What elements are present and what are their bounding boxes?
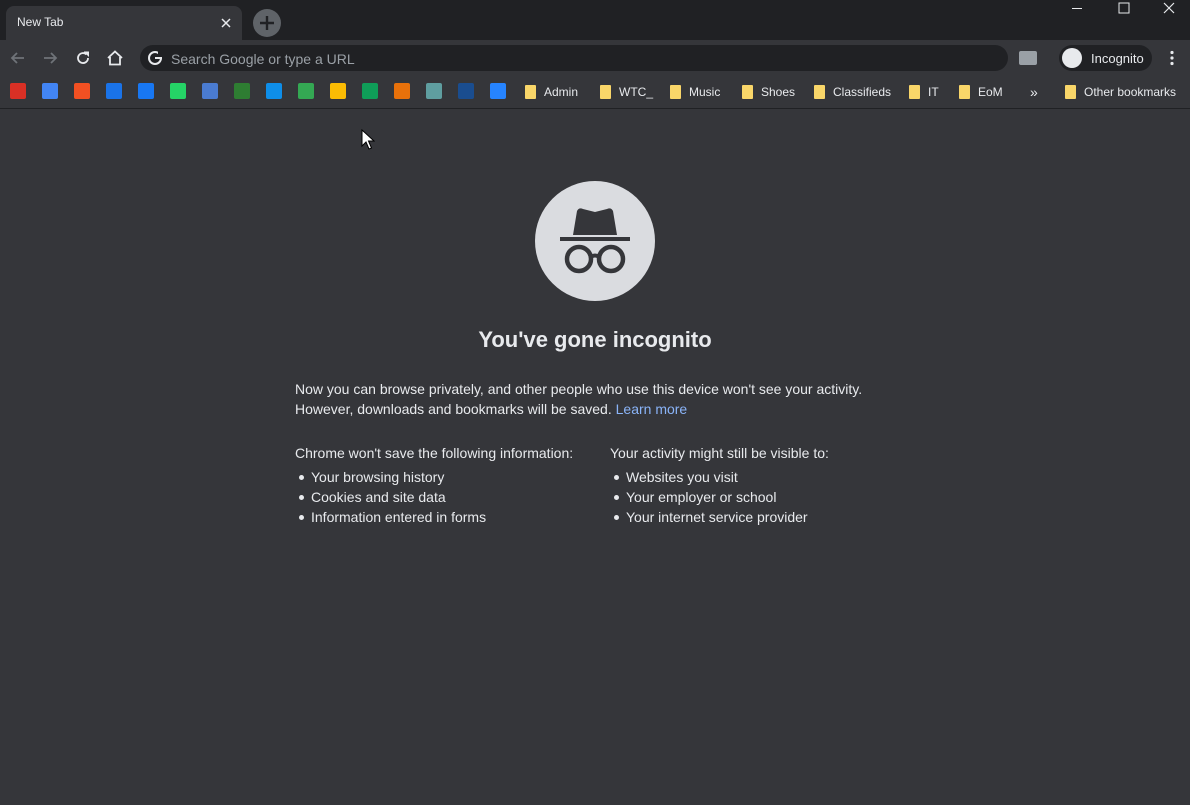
maximize-button[interactable] [1100, 0, 1146, 18]
list-item: Your browsing history [295, 467, 573, 487]
calendar-icon[interactable] [106, 83, 122, 99]
bookmark-folder-wtc[interactable]: WTC_ [597, 82, 653, 102]
keep-icon[interactable] [330, 83, 346, 99]
profile-label: Incognito [1091, 51, 1144, 66]
jira-icon[interactable] [490, 83, 506, 99]
mail-icon[interactable] [10, 83, 26, 99]
sheets-icon[interactable] [362, 83, 378, 99]
address-placeholder: Search Google or type a URL [171, 51, 355, 67]
back-icon[interactable] [8, 48, 28, 68]
minimize-button[interactable] [1054, 0, 1100, 18]
still-visible-section: Your activity might still be visible to:… [610, 443, 829, 527]
incognito-profile-button[interactable]: Incognito [1059, 45, 1152, 71]
tab-title: New Tab [17, 15, 64, 29]
plus-icon [260, 16, 274, 30]
whatsapp-icon[interactable] [170, 83, 186, 99]
forward-icon[interactable] [40, 48, 60, 68]
bookmark-folder-classifieds[interactable]: Classifieds [811, 82, 891, 102]
address-bar[interactable]: Search Google or type a URL [140, 45, 1008, 71]
list-item: Information entered in forms [295, 507, 573, 527]
drive-icon[interactable] [298, 83, 314, 99]
google-icon [148, 51, 163, 65]
chrome-web-icon[interactable] [394, 83, 410, 99]
incognito-small-icon [1062, 48, 1082, 68]
bookmark-folder-music[interactable]: Music [667, 82, 720, 102]
other-bookmarks-folder[interactable]: Other bookmarks [1062, 82, 1176, 102]
not-saved-title: Chrome won't save the following informat… [295, 445, 574, 461]
incognito-icon [560, 208, 630, 274]
maximize-icon [1118, 2, 1130, 14]
windows-icon[interactable] [74, 83, 90, 99]
learn-more-link[interactable]: Learn more [616, 401, 688, 417]
intro-line-2: However, downloads and bookmarks will be… [295, 399, 895, 419]
still-visible-title: Your activity might still be visible to: [610, 445, 829, 461]
rss-icon[interactable] [234, 83, 250, 99]
list-item: Your internet service provider [610, 507, 829, 527]
list-item: Websites you visit [610, 467, 829, 487]
incognito-logo [535, 181, 655, 301]
bookmark-folder-admin[interactable]: Admin [522, 82, 578, 102]
facebook-icon[interactable] [138, 83, 154, 99]
bookmarks-overflow-button[interactable]: » [1030, 82, 1038, 102]
remote-icon[interactable] [202, 83, 218, 99]
bookmarks-bar: Admin WTC_ Music Shoes Classifieds IT Eo… [0, 76, 1190, 109]
mouse-cursor-icon [361, 129, 375, 150]
bookmark-folder-shoes[interactable]: Shoes [739, 82, 795, 102]
minimize-icon [1072, 8, 1082, 9]
image-icon[interactable] [426, 83, 442, 99]
menu-icon[interactable] [1162, 48, 1182, 68]
bookmark-folder-eom[interactable]: EoM [956, 82, 1003, 102]
tab-new-tab[interactable]: New Tab [6, 6, 242, 40]
list-item: Cookies and site data [295, 487, 573, 507]
list-item: Your employer or school [610, 487, 829, 507]
intro-line-2-text: However, downloads and bookmarks will be… [295, 401, 612, 417]
not-saved-section: Chrome won't save the following informat… [295, 443, 573, 527]
close-tab-icon[interactable] [218, 15, 234, 31]
intro-paragraph: Now you can browse privately, and other … [295, 379, 895, 419]
title-bar: New Tab [0, 0, 1190, 40]
extension-icon[interactable] [1019, 51, 1037, 65]
bookmark-folder-it[interactable]: IT [906, 82, 939, 102]
close-icon [1163, 2, 1175, 14]
home-icon[interactable] [105, 48, 125, 68]
task-icon[interactable] [42, 83, 58, 99]
teamviewer-icon[interactable] [266, 83, 282, 99]
incognito-page: You've gone incognito Now you can browse… [0, 109, 1190, 805]
intro-line-1: Now you can browse privately, and other … [295, 381, 863, 397]
globe-icon[interactable] [458, 83, 474, 99]
close-window-button[interactable] [1146, 0, 1190, 18]
new-tab-button[interactable] [253, 9, 281, 37]
reload-icon[interactable] [73, 48, 93, 68]
page-title: You've gone incognito [478, 327, 712, 352]
